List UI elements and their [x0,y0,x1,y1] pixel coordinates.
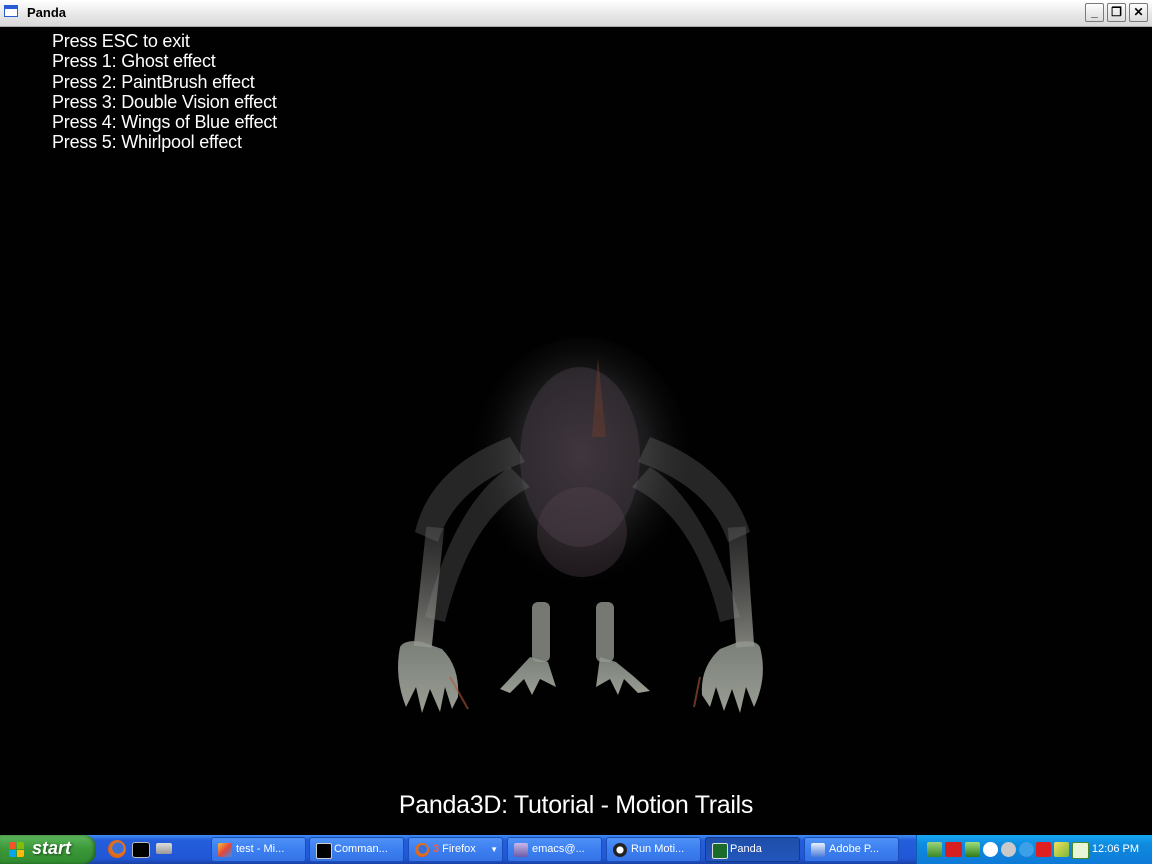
adobe-icon [811,843,825,857]
windows-logo-icon [9,842,25,858]
start-button[interactable]: start [0,835,96,864]
window-title: Panda [27,5,67,20]
task-label: test - Mi... [236,843,285,855]
taskbar-task-command[interactable]: Comman... [309,837,404,862]
update-icon[interactable] [1019,842,1034,857]
instruction-line: Press 2: PaintBrush effect [52,71,255,92]
instruction-line: Press 3: Double Vision effect [52,91,277,112]
taskbar-task-paint[interactable]: test - Mi... [211,837,306,862]
taskbar-task-adobe[interactable]: Adobe P... [804,837,899,862]
firefox-icon [415,843,429,857]
taskbar-task-emacs[interactable]: emacs@... [507,837,602,862]
chevron-down-icon: ▼ [490,845,498,854]
task-label: Firefox [442,843,476,855]
start-label: start [32,838,72,858]
taskbar-task-run-motion[interactable]: Run Moti... [606,837,701,862]
task-label: Run Moti... [631,843,685,855]
command-prompt-icon [316,843,332,859]
panda-icon [613,843,627,857]
flash-icon[interactable] [1036,842,1051,857]
task-count-badge: 3 [433,843,440,855]
taskbar: start test - Mi... Comman... 3 Firefox ▼ … [0,835,1152,864]
minimize-button[interactable]: _ [1085,3,1104,22]
task-label: emacs@... [532,843,585,855]
window-title-bar[interactable]: Panda _ ❐ ✕ [0,0,1152,27]
ati-icon[interactable] [945,842,962,857]
maximize-button[interactable]: ❐ [1107,3,1126,22]
network-icon[interactable] [927,842,942,857]
tutorial-title: Panda3D: Tutorial - Motion Trails [398,791,754,819]
pen-icon[interactable] [1054,842,1069,857]
firefox-icon[interactable] [108,840,126,858]
taskbar-task-firefox[interactable]: 3 Firefox ▼ [408,837,503,862]
ghost-creature-model [398,337,763,713]
window-app-icon[interactable] [4,5,18,17]
instruction-line: Press 4: Wings of Blue effect [52,112,277,133]
vc-icon[interactable] [1072,842,1089,859]
google-icon[interactable] [983,842,998,857]
task-label: Adobe P... [829,843,879,855]
instruction-line: Press 1: Ghost effect [52,51,216,72]
instruction-line: Press ESC to exit [52,31,190,51]
system-tray: 12:06 PM [916,835,1152,864]
panda-window-icon [712,843,728,859]
close-button[interactable]: ✕ [1129,3,1148,22]
volume-icon[interactable] [1001,842,1016,857]
show-desktop-icon[interactable] [156,843,172,854]
emacs-icon [514,843,528,857]
task-label: Panda [730,843,762,855]
antivirus-icon[interactable] [965,842,980,857]
task-label: Comman... [334,843,388,855]
clock[interactable]: 12:06 PM [1092,843,1139,855]
instructions-list: Press ESC to exit Press 1: Ghost effect … [52,31,277,153]
paint-icon [218,843,232,857]
instruction-line: Press 5: Whirlpool effect [52,132,242,153]
render-viewport[interactable]: Press ESC to exit Press 1: Ghost effect … [0,27,1152,835]
command-prompt-icon[interactable] [132,842,150,858]
taskbar-task-panda[interactable]: Panda [705,837,800,862]
